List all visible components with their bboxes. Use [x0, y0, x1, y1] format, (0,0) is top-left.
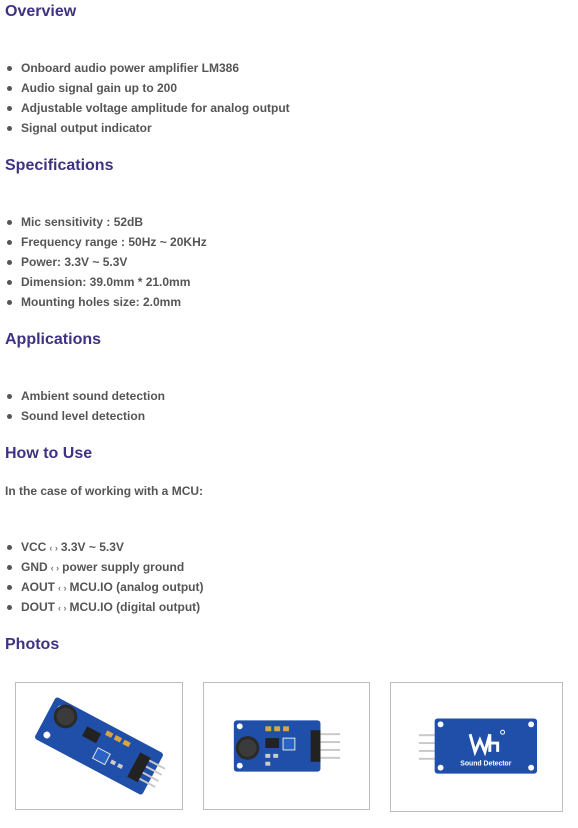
- list-item: Adjustable voltage amplitude for analog …: [5, 98, 290, 118]
- list-item: Signal output indicator: [5, 118, 290, 138]
- applications-list: Ambient sound detection Sound level dete…: [5, 386, 165, 426]
- overview-heading: Overview: [5, 3, 77, 20]
- how-to-use-intro: In the case of working with a MCU:: [5, 484, 204, 498]
- pin-target: MCU.IO (analog output): [69, 580, 204, 594]
- overview-list: Onboard audio power amplifier LM386 Audi…: [5, 58, 290, 138]
- photos-heading: Photos: [5, 636, 60, 653]
- pin-target: MCU.IO (digital output): [69, 600, 201, 614]
- applications-heading: Applications: [5, 331, 102, 348]
- list-item: Frequency range : 50Hz ~ 20KHz: [5, 232, 207, 252]
- list-item: Mounting holes size: 2.0mm: [5, 292, 207, 312]
- specifications-heading: Specifications: [5, 157, 114, 174]
- photo-top-view[interactable]: [203, 682, 370, 810]
- bidirectional-arrow-icon: ‹ ›: [49, 543, 58, 553]
- list-item: Dimension: 39.0mm * 21.0mm: [5, 272, 207, 292]
- pin-name: AOUT: [21, 580, 55, 594]
- pin-item-aout: AOUT ‹ › MCU.IO (analog output): [5, 577, 203, 597]
- sound-sensor-top-image: [233, 720, 341, 772]
- sound-sensor-back-image: Sound Detector: [418, 718, 538, 774]
- list-item: Ambient sound detection: [5, 386, 165, 406]
- pin-item-dout: DOUT ‹ › MCU.IO (digital output): [5, 597, 203, 617]
- pin-target: power supply ground: [62, 560, 185, 574]
- list-item: Mic sensitivity : 52dB: [5, 212, 207, 232]
- bidirectional-arrow-icon: ‹ ›: [58, 583, 67, 593]
- how-to-use-heading: How to Use: [5, 445, 93, 462]
- sound-sensor-angled-image: [35, 697, 166, 795]
- photo-back-view[interactable]: Sound Detector: [390, 682, 563, 812]
- specifications-list: Mic sensitivity : 52dB Frequency range :…: [5, 212, 207, 312]
- pin-name: VCC: [21, 540, 47, 554]
- list-item: Audio signal gain up to 200: [5, 78, 290, 98]
- board-label: Sound Detector: [460, 761, 512, 768]
- photo-angled-view[interactable]: [15, 682, 183, 810]
- pin-name: DOUT: [21, 600, 55, 614]
- pin-name: GND: [21, 560, 48, 574]
- pin-list: VCC ‹ › 3.3V ~ 5.3V GND ‹ › power supply gro…: [5, 537, 203, 617]
- list-item: Sound level detection: [5, 406, 165, 426]
- list-item: Power: 3.3V ~ 5.3V: [5, 252, 207, 272]
- bidirectional-arrow-icon: ‹ ›: [50, 563, 60, 573]
- pin-target: 3.3V ~ 5.3V: [60, 540, 124, 554]
- bidirectional-arrow-icon: ‹ ›: [58, 603, 67, 613]
- list-item: Onboard audio power amplifier LM386: [5, 58, 290, 78]
- pin-item-gnd: GND ‹ › power supply ground: [5, 557, 203, 577]
- pin-item-vcc: VCC ‹ › 3.3V ~ 5.3V: [5, 537, 203, 557]
